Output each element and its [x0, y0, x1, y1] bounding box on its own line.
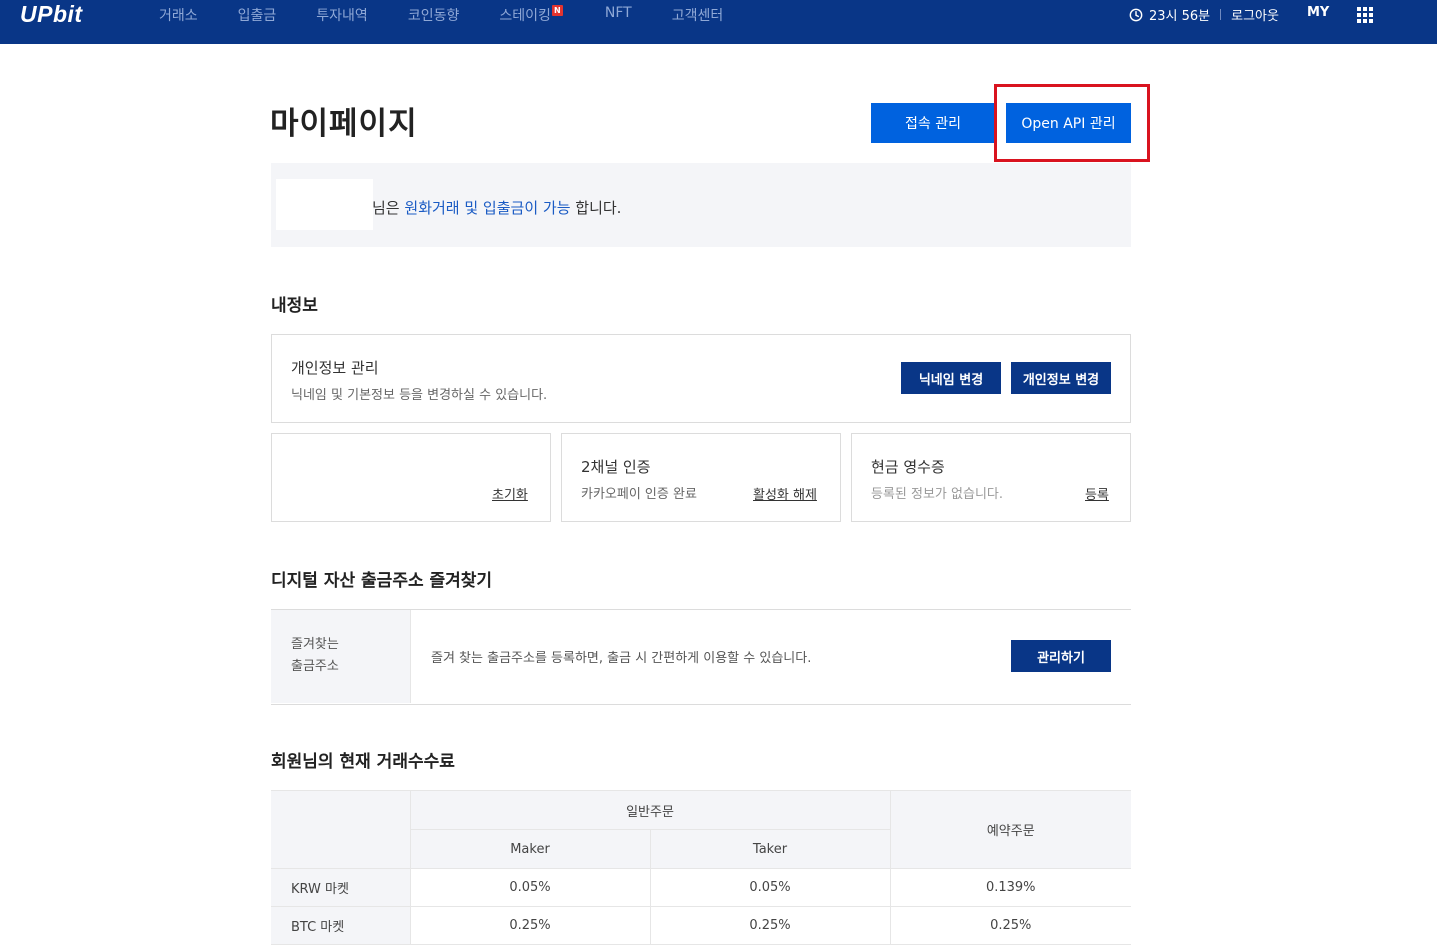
fees-section-title: 회원님의 현재 거래수수료: [271, 752, 455, 772]
maker-header: Maker: [410, 829, 651, 869]
my-info-section-title: 내정보: [271, 296, 318, 316]
personal-info-card: 개인정보 관리 닉네임 및 기본정보 등을 변경하실 수 있습니다. 닉네임 변…: [271, 334, 1131, 423]
top-right-controls: 23시 56분 로그아웃: [1129, 5, 1279, 24]
change-personal-info-button[interactable]: 개인정보 변경: [1011, 362, 1111, 394]
new-badge: N: [551, 5, 563, 16]
taker-fee-cell: 0.25%: [649, 906, 891, 945]
two-factor-title: 2채널 인증: [581, 458, 651, 476]
cash-receipt-card: 현금 영수증 등록된 정보가 없습니다. 등록: [851, 433, 1131, 522]
cash-receipt-title: 현금 영수증: [871, 458, 945, 476]
favorite-label-line2: 출금주소: [291, 659, 339, 674]
favorite-address-desc: 즐겨 찾는 출금주소를 등록하면, 출금 시 간편하게 이용할 수 있습니다.: [431, 651, 812, 666]
favorite-label-line1: 즐겨찾는: [291, 637, 339, 652]
personal-info-title: 개인정보 관리: [291, 359, 379, 377]
divider: [1220, 9, 1222, 20]
nav-item-exchange[interactable]: 거래소: [159, 5, 198, 25]
access-management-button[interactable]: 접속 관리: [871, 103, 995, 143]
two-factor-status: 카카오페이 인증 완료: [581, 487, 697, 502]
reserved-fee-cell: 0.139%: [889, 868, 1131, 907]
nav-item-staking-label: 스테이킹: [499, 8, 551, 24]
reset-link[interactable]: 초기화: [492, 484, 528, 503]
favorite-address-label: 즐겨찾는 출금주소: [291, 634, 339, 678]
deactivate-link[interactable]: 활성화 해제: [753, 484, 817, 503]
reset-card: 초기화: [271, 433, 551, 522]
top-nav-bar: UPbit 거래소 입출금 투자내역 코인동향 스테이킹 N NFT 고객센터 2…: [0, 0, 1437, 44]
upbit-logo[interactable]: UPbit: [20, 1, 83, 28]
personal-info-desc: 닉네임 및 기본정보 등을 변경하실 수 있습니다.: [291, 388, 548, 403]
register-link[interactable]: 등록: [1085, 484, 1109, 503]
reserved-fee-cell: 0.25%: [889, 906, 1131, 945]
main-nav: 거래소 입출금 투자내역 코인동향 스테이킹 N NFT 고객센터: [159, 5, 763, 25]
favorite-address-header: 즐겨찾는 출금주소: [271, 610, 411, 703]
maker-fee-cell: 0.05%: [409, 868, 651, 907]
nav-item-staking[interactable]: 스테이킹 N: [499, 5, 563, 25]
page-title: 마이페이지: [270, 106, 418, 142]
taker-header: Taker: [649, 829, 890, 869]
app-grid-icon[interactable]: [1357, 7, 1373, 23]
change-nickname-button[interactable]: 닉네임 변경: [901, 362, 1001, 394]
table-corner-cell: [271, 790, 411, 869]
nav-item-nft[interactable]: NFT: [605, 5, 632, 25]
table-row: KRW 마켓 0.05% 0.05% 0.139%: [271, 868, 1131, 907]
market-cell: BTC 마켓: [271, 906, 411, 945]
status-prefix: 님은: [372, 199, 400, 217]
cash-receipt-desc: 등록된 정보가 없습니다.: [871, 487, 1003, 502]
status-suffix: 합니다.: [575, 199, 622, 217]
logout-link[interactable]: 로그아웃: [1231, 5, 1279, 24]
redacted-username: [276, 179, 373, 230]
current-time: 23시 56분: [1149, 9, 1211, 24]
favorites-section-title: 디지털 자산 출금주소 즐겨찾기: [271, 571, 493, 591]
market-cell: KRW 마켓: [271, 868, 411, 907]
nav-item-coin-trends[interactable]: 코인동향: [408, 5, 460, 25]
normal-order-header: 일반주문: [409, 790, 891, 830]
status-highlight: 원화거래 및 입출금이 가능: [404, 199, 571, 217]
nav-item-support[interactable]: 고객센터: [672, 5, 724, 25]
nav-item-deposit-withdraw[interactable]: 입출금: [238, 5, 277, 25]
reserved-order-header: 예약주문: [889, 790, 1131, 869]
maker-fee-cell: 0.25%: [409, 906, 651, 945]
manage-button[interactable]: 관리하기: [1011, 640, 1111, 672]
favorite-address-row: 즐겨찾는 출금주소 즐겨 찾는 출금주소를 등록하면, 출금 시 간편하게 이용…: [271, 609, 1131, 705]
table-row: BTC 마켓 0.25% 0.25% 0.25%: [271, 906, 1131, 945]
highlight-annotation: [994, 84, 1150, 162]
table-header-row: 일반주문 예약주문: [271, 790, 1131, 869]
account-status-text: 님은 원화거래 및 입출금이 가능 합니다.: [372, 197, 621, 218]
nav-item-investments[interactable]: 투자내역: [316, 5, 368, 25]
taker-fee-cell: 0.05%: [649, 868, 891, 907]
my-link[interactable]: MY: [1307, 5, 1329, 20]
two-factor-card: 2채널 인증 카카오페이 인증 완료 활성화 해제: [561, 433, 841, 522]
fee-table: 일반주문 예약주문 Maker Taker KRW 마켓 0.05% 0.05%…: [271, 790, 1131, 945]
clock-icon: [1129, 8, 1143, 21]
